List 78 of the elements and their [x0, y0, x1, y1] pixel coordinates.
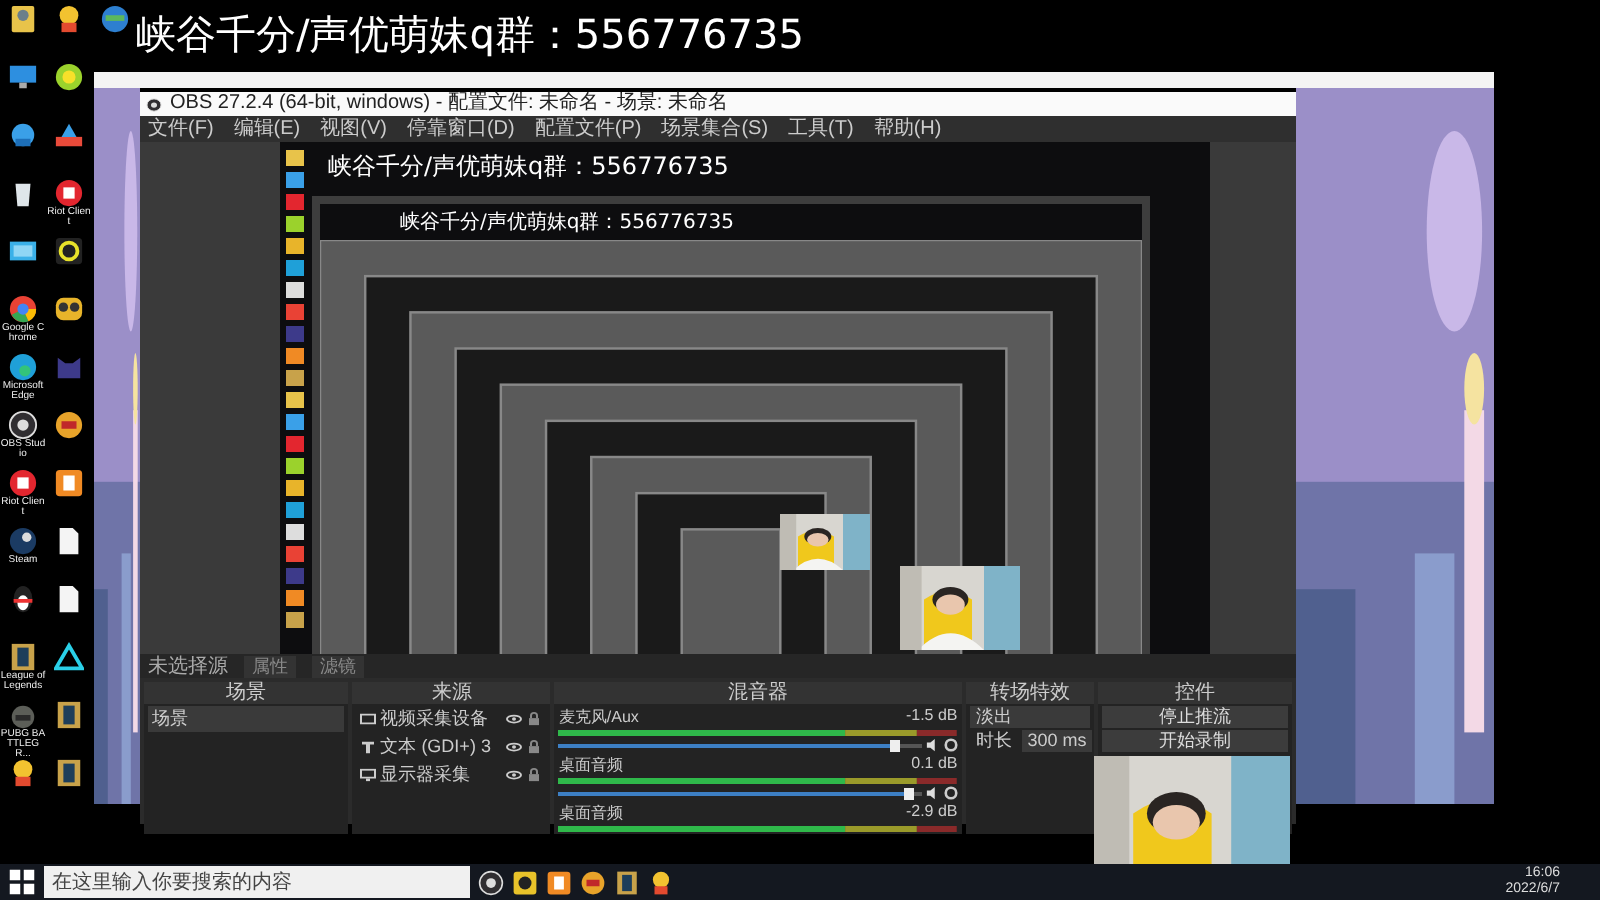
desktop-app-icon[interactable] — [54, 526, 84, 556]
desktop-app-icon[interactable] — [8, 410, 38, 440]
desktop-app-icon[interactable] — [54, 758, 84, 788]
scene-item[interactable]: 场景 — [148, 706, 345, 732]
speaker-icon[interactable] — [925, 738, 940, 752]
desktop-app-icon[interactable] — [54, 120, 84, 150]
desktop-app-icon[interactable] — [54, 468, 84, 498]
taskbar-app-icon[interactable] — [580, 869, 606, 895]
desktop-app-icon[interactable] — [8, 294, 38, 324]
menu-item[interactable]: 场景集合(S) — [661, 116, 769, 142]
app-logo-icon — [146, 97, 162, 111]
duration-field[interactable]: 300 ms — [1021, 730, 1093, 752]
menu-item[interactable]: 配置文件(P) — [534, 116, 642, 142]
source-type-icon — [360, 768, 377, 782]
channel-name: 桌面音频 — [558, 802, 623, 824]
lock-icon[interactable] — [526, 740, 543, 754]
volume-reading: -1.5 dB — [905, 706, 958, 728]
gear-icon[interactable] — [943, 738, 958, 752]
desktop-app-icon[interactable] — [8, 236, 38, 266]
stream-caption: 峡谷千分/声优萌妹q群：556776735 — [136, 8, 804, 62]
windows-icon[interactable] — [8, 868, 36, 896]
control-button[interactable]: 开始录制 — [1101, 730, 1288, 752]
source-item[interactable]: 视频采集设备 — [380, 706, 503, 732]
desktop-app-icon[interactable] — [54, 642, 84, 672]
desktop-app-icon[interactable] — [8, 468, 38, 498]
desktop-app-icon[interactable] — [54, 410, 84, 440]
desktop-app-icon[interactable] — [8, 4, 38, 34]
desktop-app-icon[interactable] — [54, 178, 84, 208]
selection-label: 未选择源 — [148, 653, 228, 680]
taskbar-app-icon[interactable] — [648, 869, 674, 895]
desktop-app-icon[interactable] — [100, 4, 130, 34]
desktop-app-icon[interactable] — [8, 62, 38, 92]
taskbar-app-icon[interactable] — [546, 869, 572, 895]
toolbar-button[interactable]: 滤镜 — [312, 655, 364, 677]
duration-label: 时长 — [973, 730, 1014, 752]
window-title: OBS 27.2.4 (64-bit, windows) - 配置文件: 未命名 - 场景: 未命名 — [170, 92, 728, 116]
desktop-app-icon[interactable] — [8, 642, 38, 672]
desktop-app-icon[interactable] — [8, 120, 38, 150]
menu-item[interactable]: 文件(F) — [148, 116, 214, 142]
dock-title: 混音器 — [554, 682, 962, 704]
control-button[interactable]: 停止推流 — [1101, 706, 1288, 728]
desktop-app-icon[interactable] — [8, 352, 38, 382]
stream-caption: 峡谷千分/声优萌妹q群：556776735 — [326, 150, 731, 184]
menu-item[interactable]: 帮助(H) — [873, 116, 942, 142]
menu-item[interactable]: 编辑(E) — [233, 116, 301, 142]
menu-item[interactable]: 停靠窗口(D) — [406, 116, 515, 142]
source-item[interactable]: 显示器采集 — [380, 762, 503, 788]
desktop-app-icon[interactable] — [54, 294, 84, 324]
taskbar-app-icon[interactable] — [478, 869, 504, 895]
desktop-app-icon[interactable] — [8, 584, 38, 614]
desktop-app-icon[interactable] — [54, 4, 84, 34]
desktop-app-icon[interactable] — [54, 584, 84, 614]
gear-icon[interactable] — [943, 786, 958, 800]
dock-title: 场景 — [144, 682, 349, 704]
desktop-app-icon[interactable] — [8, 526, 38, 556]
menu-item[interactable]: 工具(T) — [788, 116, 854, 142]
desktop-app-icon[interactable] — [54, 236, 84, 266]
search-field[interactable]: 在这里输入你要搜索的内容 — [44, 866, 470, 898]
desktop-app-icon[interactable] — [54, 700, 84, 730]
desktop-app-icon[interactable] — [8, 758, 38, 788]
volume-reading: -2.9 dB — [905, 802, 958, 824]
dock-title: 控件 — [1097, 682, 1292, 704]
lock-icon[interactable] — [526, 712, 543, 726]
channel-name: 麦克风/Aux — [558, 706, 639, 728]
stream-caption: 峡谷千分/声优萌妹q群：556776735 — [320, 204, 1142, 240]
taskbar-app-icon[interactable] — [512, 869, 538, 895]
dock-title: 来源 — [352, 682, 551, 704]
menu-item[interactable]: 视图(V) — [320, 116, 387, 142]
source-item[interactable]: 文本 (GDI+) 3 — [380, 734, 503, 760]
volume-reading: 0.1 dB — [911, 754, 958, 776]
transition-select[interactable]: 淡出 — [969, 706, 1090, 728]
lock-icon[interactable] — [526, 768, 543, 782]
dock-title: 转场特效 — [965, 682, 1094, 704]
desktop-app-icon[interactable] — [54, 62, 84, 92]
speaker-icon[interactable] — [925, 786, 940, 800]
channel-name: 桌面音频 — [558, 754, 623, 776]
taskbar-app-icon[interactable] — [614, 869, 640, 895]
toolbar-button[interactable]: 属性 — [244, 655, 296, 677]
